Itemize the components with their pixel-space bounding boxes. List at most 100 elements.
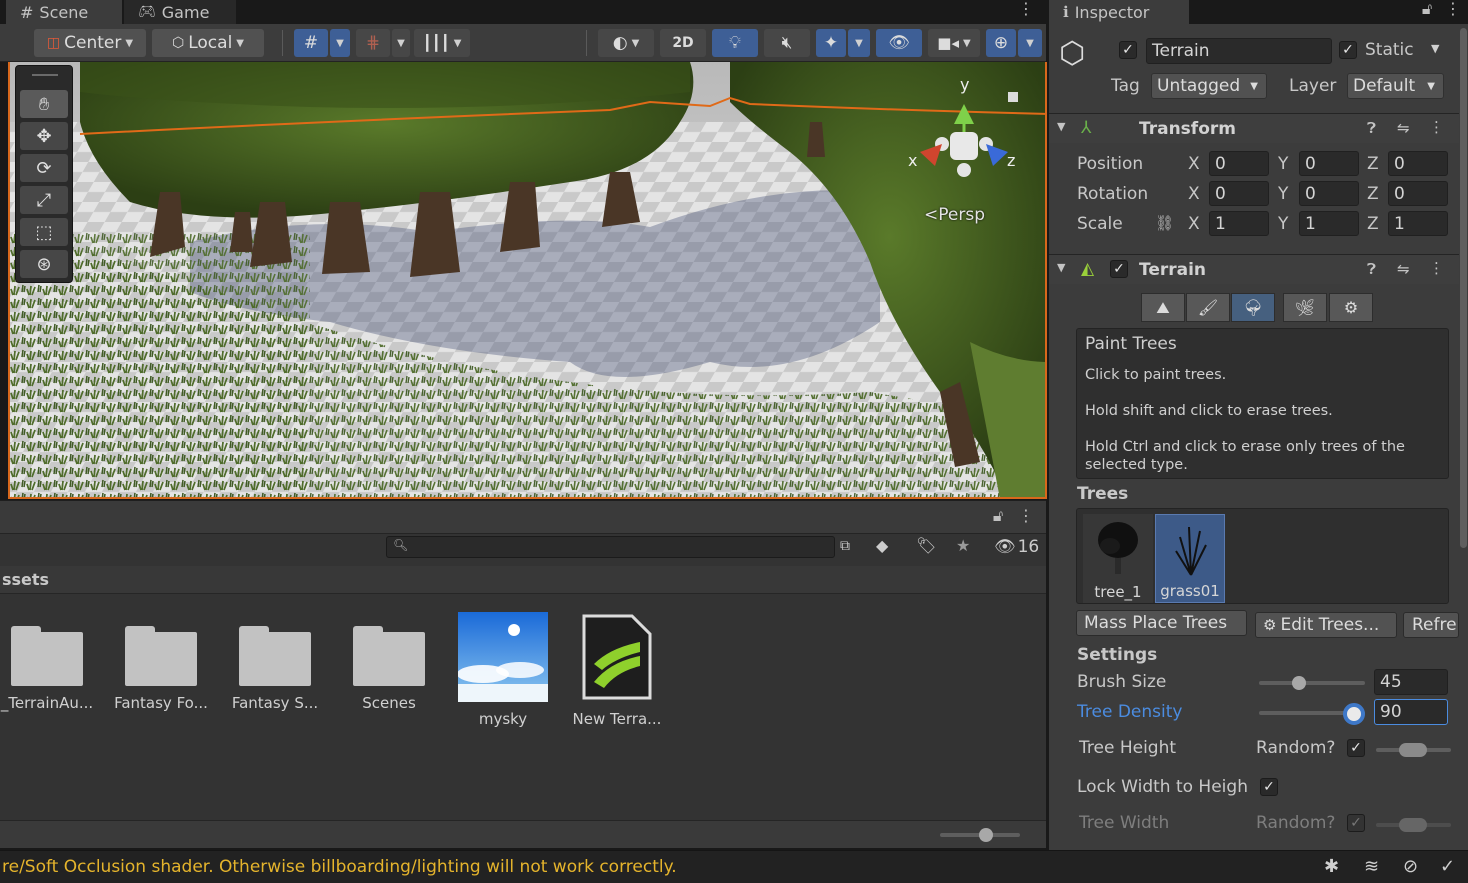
lock-width-checkbox[interactable]: ✓ xyxy=(1260,778,1278,796)
mode-2d-button[interactable]: 2D xyxy=(660,29,706,57)
scale-tool-button[interactable]: ⤢ xyxy=(20,186,68,214)
rotation-y-axis[interactable]: Y xyxy=(1278,184,1288,204)
transform-tool-button[interactable]: ⊛ xyxy=(20,250,68,278)
brush-size-slider[interactable] xyxy=(1259,681,1365,685)
palette-drag-handle[interactable] xyxy=(32,74,58,76)
presets-sliders-icon[interactable]: ⇋ xyxy=(1397,260,1410,278)
paint-terrain-button[interactable]: 🖌︎ xyxy=(1186,293,1230,322)
tree-height-range-handle[interactable] xyxy=(1399,743,1427,757)
transform-header[interactable]: ▼ ⅄ Transform ❓︎ ⇋ ⋮ xyxy=(1049,113,1468,143)
favorites-star-icon[interactable]: ★ xyxy=(956,536,970,555)
camera-settings-dropdown[interactable]: ■◂ ▼ xyxy=(928,29,980,57)
console-warning-message[interactable]: re/Soft Occlusion shader. Otherwise bill… xyxy=(2,857,677,877)
cache-server-icon[interactable]: ≋ xyxy=(1364,856,1379,877)
filter-by-type-icon[interactable]: ◆ xyxy=(876,536,888,555)
effects-dropdown[interactable]: ▼ xyxy=(848,29,870,57)
tab-scene[interactable]: # Scene xyxy=(6,0,122,24)
grid-visibility-button[interactable]: ⋕ xyxy=(356,29,390,57)
project-menu-kebab-icon[interactable]: ⋮ xyxy=(1018,507,1034,527)
inspector-scrollbar-thumb[interactable] xyxy=(1460,28,1467,548)
auto-generate-check-icon[interactable]: ✓ xyxy=(1440,856,1455,877)
asset-item[interactable]: Fantasy Fo... xyxy=(106,612,216,712)
project-lock-icon[interactable]: 🔓︎ xyxy=(990,507,1006,527)
position-z-axis[interactable]: Z xyxy=(1367,154,1379,174)
refresh-button[interactable]: Refre xyxy=(1403,612,1459,638)
help-icon[interactable]: ❓︎ xyxy=(1367,260,1376,278)
rotation-x-field[interactable]: 0 xyxy=(1209,181,1269,206)
hidden-packages-toggle[interactable]: 👁︎ 16 xyxy=(994,537,1039,557)
tree-height-random-checkbox[interactable]: ✓ xyxy=(1347,739,1365,757)
progress-disabled-icon[interactable]: ⊘ xyxy=(1403,856,1418,877)
gizmos-dropdown[interactable]: ▼ xyxy=(1018,29,1042,57)
inspector-menu-kebab-icon[interactable]: ⋮ xyxy=(1445,0,1461,20)
position-z-field[interactable]: 0 xyxy=(1388,151,1448,176)
terrain-enabled-checkbox[interactable]: ✓ xyxy=(1110,260,1128,278)
constrain-proportions-link-icon[interactable]: ⛓︎ xyxy=(1155,214,1174,232)
perspective-toggle[interactable]: <Persp xyxy=(924,205,985,225)
tab-inspector[interactable]: ℹ Inspector xyxy=(1049,0,1189,24)
position-y-axis[interactable]: Y xyxy=(1278,154,1288,174)
mass-place-trees-button[interactable]: Mass Place Trees xyxy=(1076,610,1247,636)
hand-tool-button[interactable]: ✋︎ xyxy=(20,90,68,118)
terrain-component-header[interactable]: ▼ ◭ ✓ Terrain ❓︎ ⇋ ⋮ xyxy=(1049,254,1468,284)
scale-y-field[interactable]: 1 xyxy=(1299,211,1359,236)
pivot-mode-dropdown[interactable]: ◫ Center ▼ xyxy=(34,29,146,57)
tab-game[interactable]: 🎮︎ Game xyxy=(124,0,236,24)
rotation-z-field[interactable]: 0 xyxy=(1388,181,1448,206)
tree-density-field[interactable]: 90 xyxy=(1374,699,1448,725)
project-search-field[interactable]: 🔍︎ xyxy=(386,536,835,558)
static-checkbox[interactable]: ✓ xyxy=(1339,41,1357,59)
scale-z-field[interactable]: 1 xyxy=(1388,211,1448,236)
paint-trees-button[interactable]: 🌳︎ xyxy=(1231,293,1275,322)
brush-size-field[interactable]: 45 xyxy=(1374,669,1448,695)
scene-viewport[interactable]: y x z xyxy=(8,62,1047,499)
grid-snap-dropdown[interactable]: ▼ xyxy=(330,29,350,57)
create-neighbor-terrains-button[interactable]: ⛰︎ xyxy=(1141,293,1185,322)
inspector-lock-icon[interactable]: 🔓︎ xyxy=(1419,0,1435,20)
lighting-toggle[interactable]: 💡︎ xyxy=(712,29,758,57)
asset-item[interactable]: Fantasy S... xyxy=(220,612,330,712)
grid-snap-button[interactable]: # xyxy=(294,29,328,57)
breadcrumb-assets[interactable]: ssets xyxy=(2,570,49,589)
scene-visibility-toggle[interactable]: 👁︎ xyxy=(876,29,922,57)
asset-item[interactable]: Scenes xyxy=(334,612,444,712)
asset-item[interactable]: New Terra... xyxy=(562,612,672,728)
pivot-rotation-dropdown[interactable]: ⬡ Local ▼ xyxy=(152,29,264,57)
terrain-settings-button[interactable]: ⚙ xyxy=(1329,293,1373,322)
position-x-axis[interactable]: X xyxy=(1188,154,1200,174)
gizmos-toggle[interactable]: ⊕ xyxy=(986,29,1016,57)
gizmo-lock-icon[interactable] xyxy=(1008,92,1018,102)
move-tool-button[interactable]: ✥ xyxy=(20,122,68,150)
tree-density-slider-knob[interactable] xyxy=(1343,703,1366,725)
scale-x-field[interactable]: 1 xyxy=(1209,211,1269,236)
grid-visibility-dropdown[interactable]: ▼ xyxy=(392,29,410,57)
static-dropdown-chevron-icon[interactable]: ▼ xyxy=(1431,42,1439,55)
project-search-input[interactable] xyxy=(409,538,829,556)
scale-z-axis[interactable]: Z xyxy=(1367,214,1379,234)
audio-toggle[interactable]: 🔇︎ xyxy=(764,29,810,57)
rect-tool-button[interactable]: ⬚ xyxy=(20,218,68,246)
filter-by-label-icon[interactable]: 🏷︎ xyxy=(916,536,936,555)
scale-y-axis[interactable]: Y xyxy=(1278,214,1288,234)
tree-prototype-item[interactable]: tree_1 xyxy=(1083,514,1153,603)
component-menu-kebab-icon[interactable]: ⋮ xyxy=(1429,259,1444,277)
gameobject-cube-icon[interactable]: ⬡ xyxy=(1059,36,1101,80)
rotation-y-field[interactable]: 0 xyxy=(1299,181,1359,206)
object-name-field[interactable]: Terrain xyxy=(1146,38,1332,64)
rotation-x-axis[interactable]: X xyxy=(1188,184,1200,204)
rotation-z-axis[interactable]: Z xyxy=(1367,184,1379,204)
paint-details-button[interactable]: 🌿︎ xyxy=(1283,293,1327,322)
scale-x-axis[interactable]: X xyxy=(1188,214,1200,234)
position-y-field[interactable]: 0 xyxy=(1299,151,1359,176)
layer-dropdown[interactable]: Default ▼ xyxy=(1347,73,1444,99)
asset-item[interactable]: _TerrainAu... xyxy=(0,612,102,712)
tag-dropdown[interactable]: Untagged ▼ xyxy=(1151,73,1267,99)
tree-prototype-item[interactable]: grass01 xyxy=(1155,514,1225,603)
presets-sliders-icon[interactable]: ⇋ xyxy=(1397,119,1410,137)
edit-trees-button[interactable]: ⚙ Edit Trees... xyxy=(1255,612,1397,638)
effects-toggle[interactable]: ✦ xyxy=(816,29,846,57)
debug-bug-icon[interactable]: ✱ xyxy=(1324,856,1339,877)
component-menu-kebab-icon[interactable]: ⋮ xyxy=(1429,118,1444,136)
position-x-field[interactable]: 0 xyxy=(1209,151,1269,176)
asset-item[interactable]: mysky xyxy=(448,612,558,728)
